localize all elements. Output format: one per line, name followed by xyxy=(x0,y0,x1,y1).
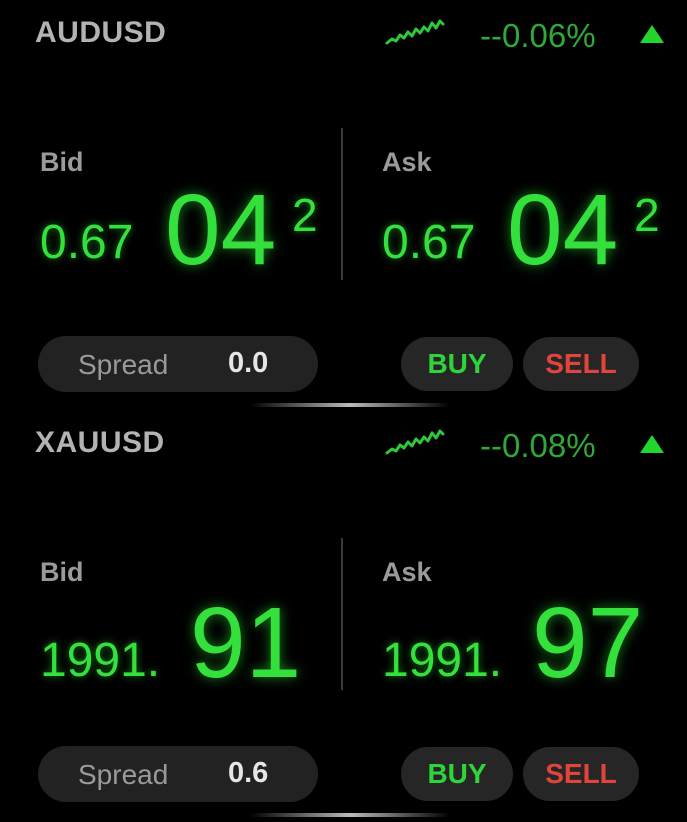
sell-button[interactable]: SELL xyxy=(523,337,639,391)
triangle-up-icon xyxy=(640,25,664,43)
change-percent: --0.06% xyxy=(480,17,596,54)
card-separator xyxy=(250,813,450,817)
sparkline-up-icon xyxy=(385,429,445,455)
instrument-card-xauusd: XAUUSD --0.08% Bid 1991. 91 Ask 1991. 97… xyxy=(0,410,687,821)
bid-label: Bid xyxy=(40,557,84,587)
symbol-title: XAUUSD xyxy=(35,426,165,459)
spread-value: 0.0 xyxy=(228,347,269,379)
bid-price-prefix: 1991. xyxy=(40,634,161,687)
bid-price-big: 91 xyxy=(190,587,302,699)
spread-value: 0.6 xyxy=(228,757,269,789)
ask-price-big: 04 xyxy=(507,174,619,286)
sparkline-up-icon xyxy=(385,19,445,45)
spread-pill: Spread 0.0 xyxy=(38,336,318,392)
card-separator xyxy=(250,403,450,407)
ask-label: Ask xyxy=(382,557,432,587)
ask-price-prefix: 0.67 xyxy=(382,216,476,269)
bid-price-big: 04 xyxy=(165,174,277,286)
change-percent: --0.08% xyxy=(480,427,596,464)
ask-price-pip: 2 xyxy=(634,189,660,241)
ask-price-prefix: 1991. xyxy=(382,634,503,687)
buy-button[interactable]: BUY xyxy=(401,337,513,391)
bid-label: Bid xyxy=(40,147,84,177)
bid-ask-divider xyxy=(341,538,343,690)
triangle-up-icon xyxy=(640,435,664,453)
bid-price-prefix: 0.67 xyxy=(40,216,134,269)
symbol-title: AUDUSD xyxy=(35,16,167,49)
spread-label: Spread xyxy=(78,759,169,790)
instrument-card-audusd: AUDUSD --0.06% Bid 0.67 04 2 Ask 0.67 04… xyxy=(0,0,687,411)
sell-button[interactable]: SELL xyxy=(523,747,639,801)
bid-price-pip: 2 xyxy=(292,189,318,241)
bid-ask-divider xyxy=(341,128,343,280)
spread-pill: Spread 0.6 xyxy=(38,746,318,802)
ask-label: Ask xyxy=(382,147,432,177)
spread-label: Spread xyxy=(78,349,169,380)
buy-button[interactable]: BUY xyxy=(401,747,513,801)
ask-price-big: 97 xyxy=(532,587,644,699)
